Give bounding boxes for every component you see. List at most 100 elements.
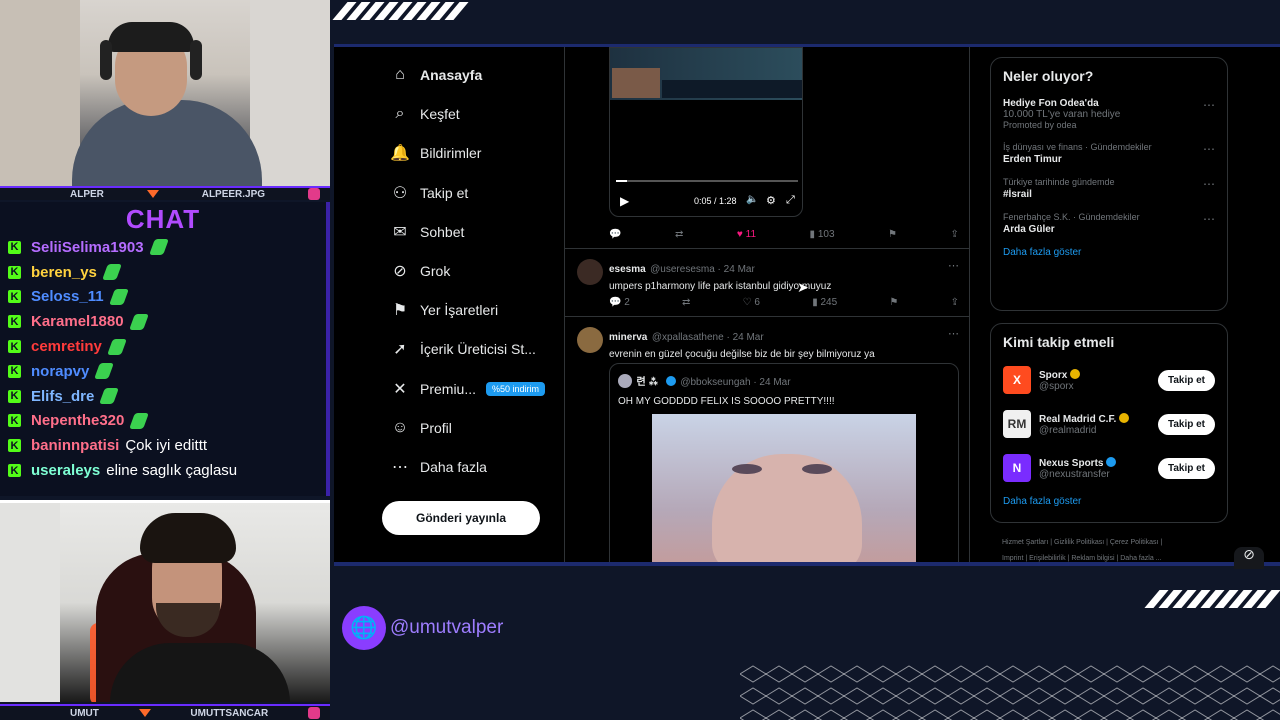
net-cell (1051, 687, 1079, 705)
views-count: 245 (820, 297, 838, 308)
trends-show-more-link[interactable]: Daha fazla göster (991, 247, 1227, 270)
verified-icon (1106, 456, 1117, 467)
webcam-top-left-label: ALPER (70, 188, 104, 200)
net-cell (817, 665, 845, 683)
net-cell (791, 709, 819, 720)
nav-item-mail[interactable]: ✉ Sohbet (390, 222, 464, 242)
fullscreen-icon[interactable]: ⤢ (786, 194, 795, 207)
nav-item-bell[interactable]: 🔔 Bildirimler (390, 143, 481, 163)
follow-suggestion[interactable]: N Nexus Sports @nexustransfer Takip et (991, 446, 1227, 490)
trends-title: Neler oluyor? (1003, 68, 1094, 84)
footer-line[interactable]: Imprint | Erişilebilirlik | Reklam bilgi… (1002, 551, 1222, 567)
emote-icon (128, 313, 149, 330)
settings-icon[interactable]: ⚙ (766, 194, 776, 207)
tweet-esesma[interactable]: esesma @useresesma · 24 Mar ⋯ umpers p1h… (565, 249, 969, 317)
nav-item-rocket[interactable]: ➚ İçerik Üreticisi St... (390, 339, 536, 359)
account-avatar[interactable]: X (1003, 366, 1031, 394)
trend-item[interactable]: Fenerbahçe S.K. · Gündemdekiler Arda Güle… (991, 212, 1227, 235)
footer-links[interactable]: Hizmet Şartları | Gizlilik Politikası | … (1002, 535, 1222, 567)
chat-message: K Nepenthe320 (0, 409, 326, 434)
trend-item[interactable]: Hediye Fon Odea'da 10.000 TL'ye varan hed… (991, 98, 1227, 130)
chat-username: Karamel1880 (31, 313, 124, 331)
retweet-icon[interactable]: ⇄ (675, 229, 683, 240)
footer-line[interactable]: Hizmet Şartları | Gizlilik Politikası | … (1002, 535, 1222, 551)
nav-item-more[interactable]: ⋯ Daha fazla (390, 457, 487, 477)
nav-item-search[interactable]: ⌕ Keşfet (390, 104, 460, 124)
video-progress-fill (616, 180, 627, 182)
kick-badge-icon: K (8, 315, 21, 329)
tweet-author[interactable]: esesma (609, 264, 646, 275)
like-button[interactable]: ♥ 11 (737, 229, 756, 240)
follow-suggestion[interactable]: RM Real Madrid C.F. @realmadrid Takip et (991, 402, 1227, 446)
kick-badge-icon: K (8, 389, 21, 403)
like-button[interactable]: ♡ 6 (743, 297, 760, 308)
trend-item[interactable]: İş dünyası ve finans · Gündemdekiler Erde… (991, 142, 1227, 165)
trend-name: Arda Güler (1003, 224, 1055, 235)
bookmark-icon[interactable]: ⚑ (889, 297, 898, 308)
net-cell (1207, 687, 1235, 705)
follow-button[interactable]: Takip et (1157, 457, 1215, 479)
net-cell (999, 665, 1027, 683)
net-cell (817, 687, 845, 705)
more-icon[interactable]: ⋯ (1203, 177, 1215, 191)
timeline[interactable]: ▶ 0:05 / 1:28 🔈 ⚙ ⤢ 💬 ⇄ ♥ 11 ▮ 103 ⚑ ⇪ e… (564, 47, 970, 562)
reply-icon[interactable]: 💬 (609, 229, 621, 240)
nav-label: Grok (420, 263, 451, 279)
net-cell (1233, 665, 1261, 683)
share-icon[interactable]: ⇪ (951, 229, 959, 240)
trend-category: Fenerbahçe S.K. · Gündemdekiler (1003, 212, 1140, 222)
follow-button[interactable]: Takip et (1157, 413, 1215, 435)
follow-suggestion[interactable]: X Sporx @sporx Takip et (991, 358, 1227, 402)
avatar[interactable] (577, 259, 603, 285)
views-button[interactable]: ▮ 245 (812, 297, 837, 308)
grok-float-icon[interactable]: ⊘ (1234, 547, 1264, 569)
avatar[interactable] (577, 327, 603, 353)
views-button[interactable]: ▮ 103 (810, 229, 835, 240)
net-cell (921, 709, 949, 720)
net-cell (973, 709, 1001, 720)
follow-button[interactable]: Takip et (1157, 369, 1215, 391)
more-icon[interactable]: ⋯ (1203, 142, 1215, 156)
nav-item-profile[interactable]: ☺ Profil (390, 418, 452, 438)
nav-item-add-user[interactable]: ⚇ Takip et (390, 183, 468, 203)
more-icon[interactable]: ⋯ (1203, 212, 1215, 226)
account-avatar[interactable]: RM (1003, 410, 1031, 438)
net-cell (1129, 687, 1157, 705)
net-cell (1259, 709, 1280, 720)
triangle-icon (146, 190, 159, 198)
more-icon[interactable]: ⋯ (1203, 98, 1215, 112)
nav-item-home[interactable]: ⌂ Anasayfa (390, 65, 482, 85)
net-cell (1129, 709, 1157, 720)
volume-icon[interactable]: 🔈 (746, 194, 758, 205)
account-name: Real Madrid C.F. (1039, 413, 1117, 425)
tweet-minerva[interactable]: minerva @xpallasathene · 24 Mar ⋯ evreni… (565, 317, 969, 562)
nav-item-x-logo[interactable]: ✕ Premiu... %50 indirim (390, 379, 546, 399)
net-cell (869, 687, 897, 705)
quoted-tweet[interactable]: 련 ⁂ @bbokseungah · 24 Mar OH MY GODDDD F… (609, 363, 959, 562)
share-icon[interactable]: ⇪ (951, 297, 959, 308)
trend-item[interactable]: Türkiye tarihinde gündemde #İsrail ⋯ (991, 177, 1227, 200)
net-cell (895, 709, 923, 720)
more-icon[interactable]: ⋯ (948, 259, 959, 272)
play-icon[interactable]: ▶ (620, 194, 629, 208)
more-icon[interactable]: ⋯ (948, 327, 959, 340)
streamer-handle: 🌐 @umutvalper (342, 606, 503, 650)
reply-button[interactable]: 💬 2 (609, 297, 630, 308)
quote-image[interactable] (652, 414, 916, 562)
decor-net-pattern (740, 665, 1280, 720)
follow-show-more-link[interactable]: Daha fazla göster (991, 496, 1227, 519)
tweet-author[interactable]: minerva (609, 332, 647, 343)
bookmark-icon[interactable]: ⚑ (888, 229, 897, 240)
nav-item-bookmark[interactable]: ⚑ Yer İşaretleri (390, 300, 498, 320)
account-avatar[interactable]: N (1003, 454, 1031, 482)
nav-item-grok[interactable]: ⊘ Grok (390, 261, 450, 281)
net-cell (921, 665, 949, 683)
post-button[interactable]: Gönderi yayınla (382, 501, 540, 535)
chat-text: eline saglık çaglasu (106, 462, 238, 480)
tweet-video[interactable]: ▶ 0:05 / 1:28 🔈 ⚙ ⤢ 💬 ⇄ ♥ 11 ▮ 103 ⚑ ⇪ (565, 47, 969, 249)
retweet-icon[interactable]: ⇄ (682, 297, 690, 308)
video-progress-track[interactable] (616, 180, 798, 182)
video-player[interactable]: ▶ 0:05 / 1:28 🔈 ⚙ ⤢ (609, 47, 803, 217)
mail-icon: ✉ (393, 223, 407, 241)
webcam-bottom-bar: UMUT UMUTTSANCAR (0, 704, 330, 720)
